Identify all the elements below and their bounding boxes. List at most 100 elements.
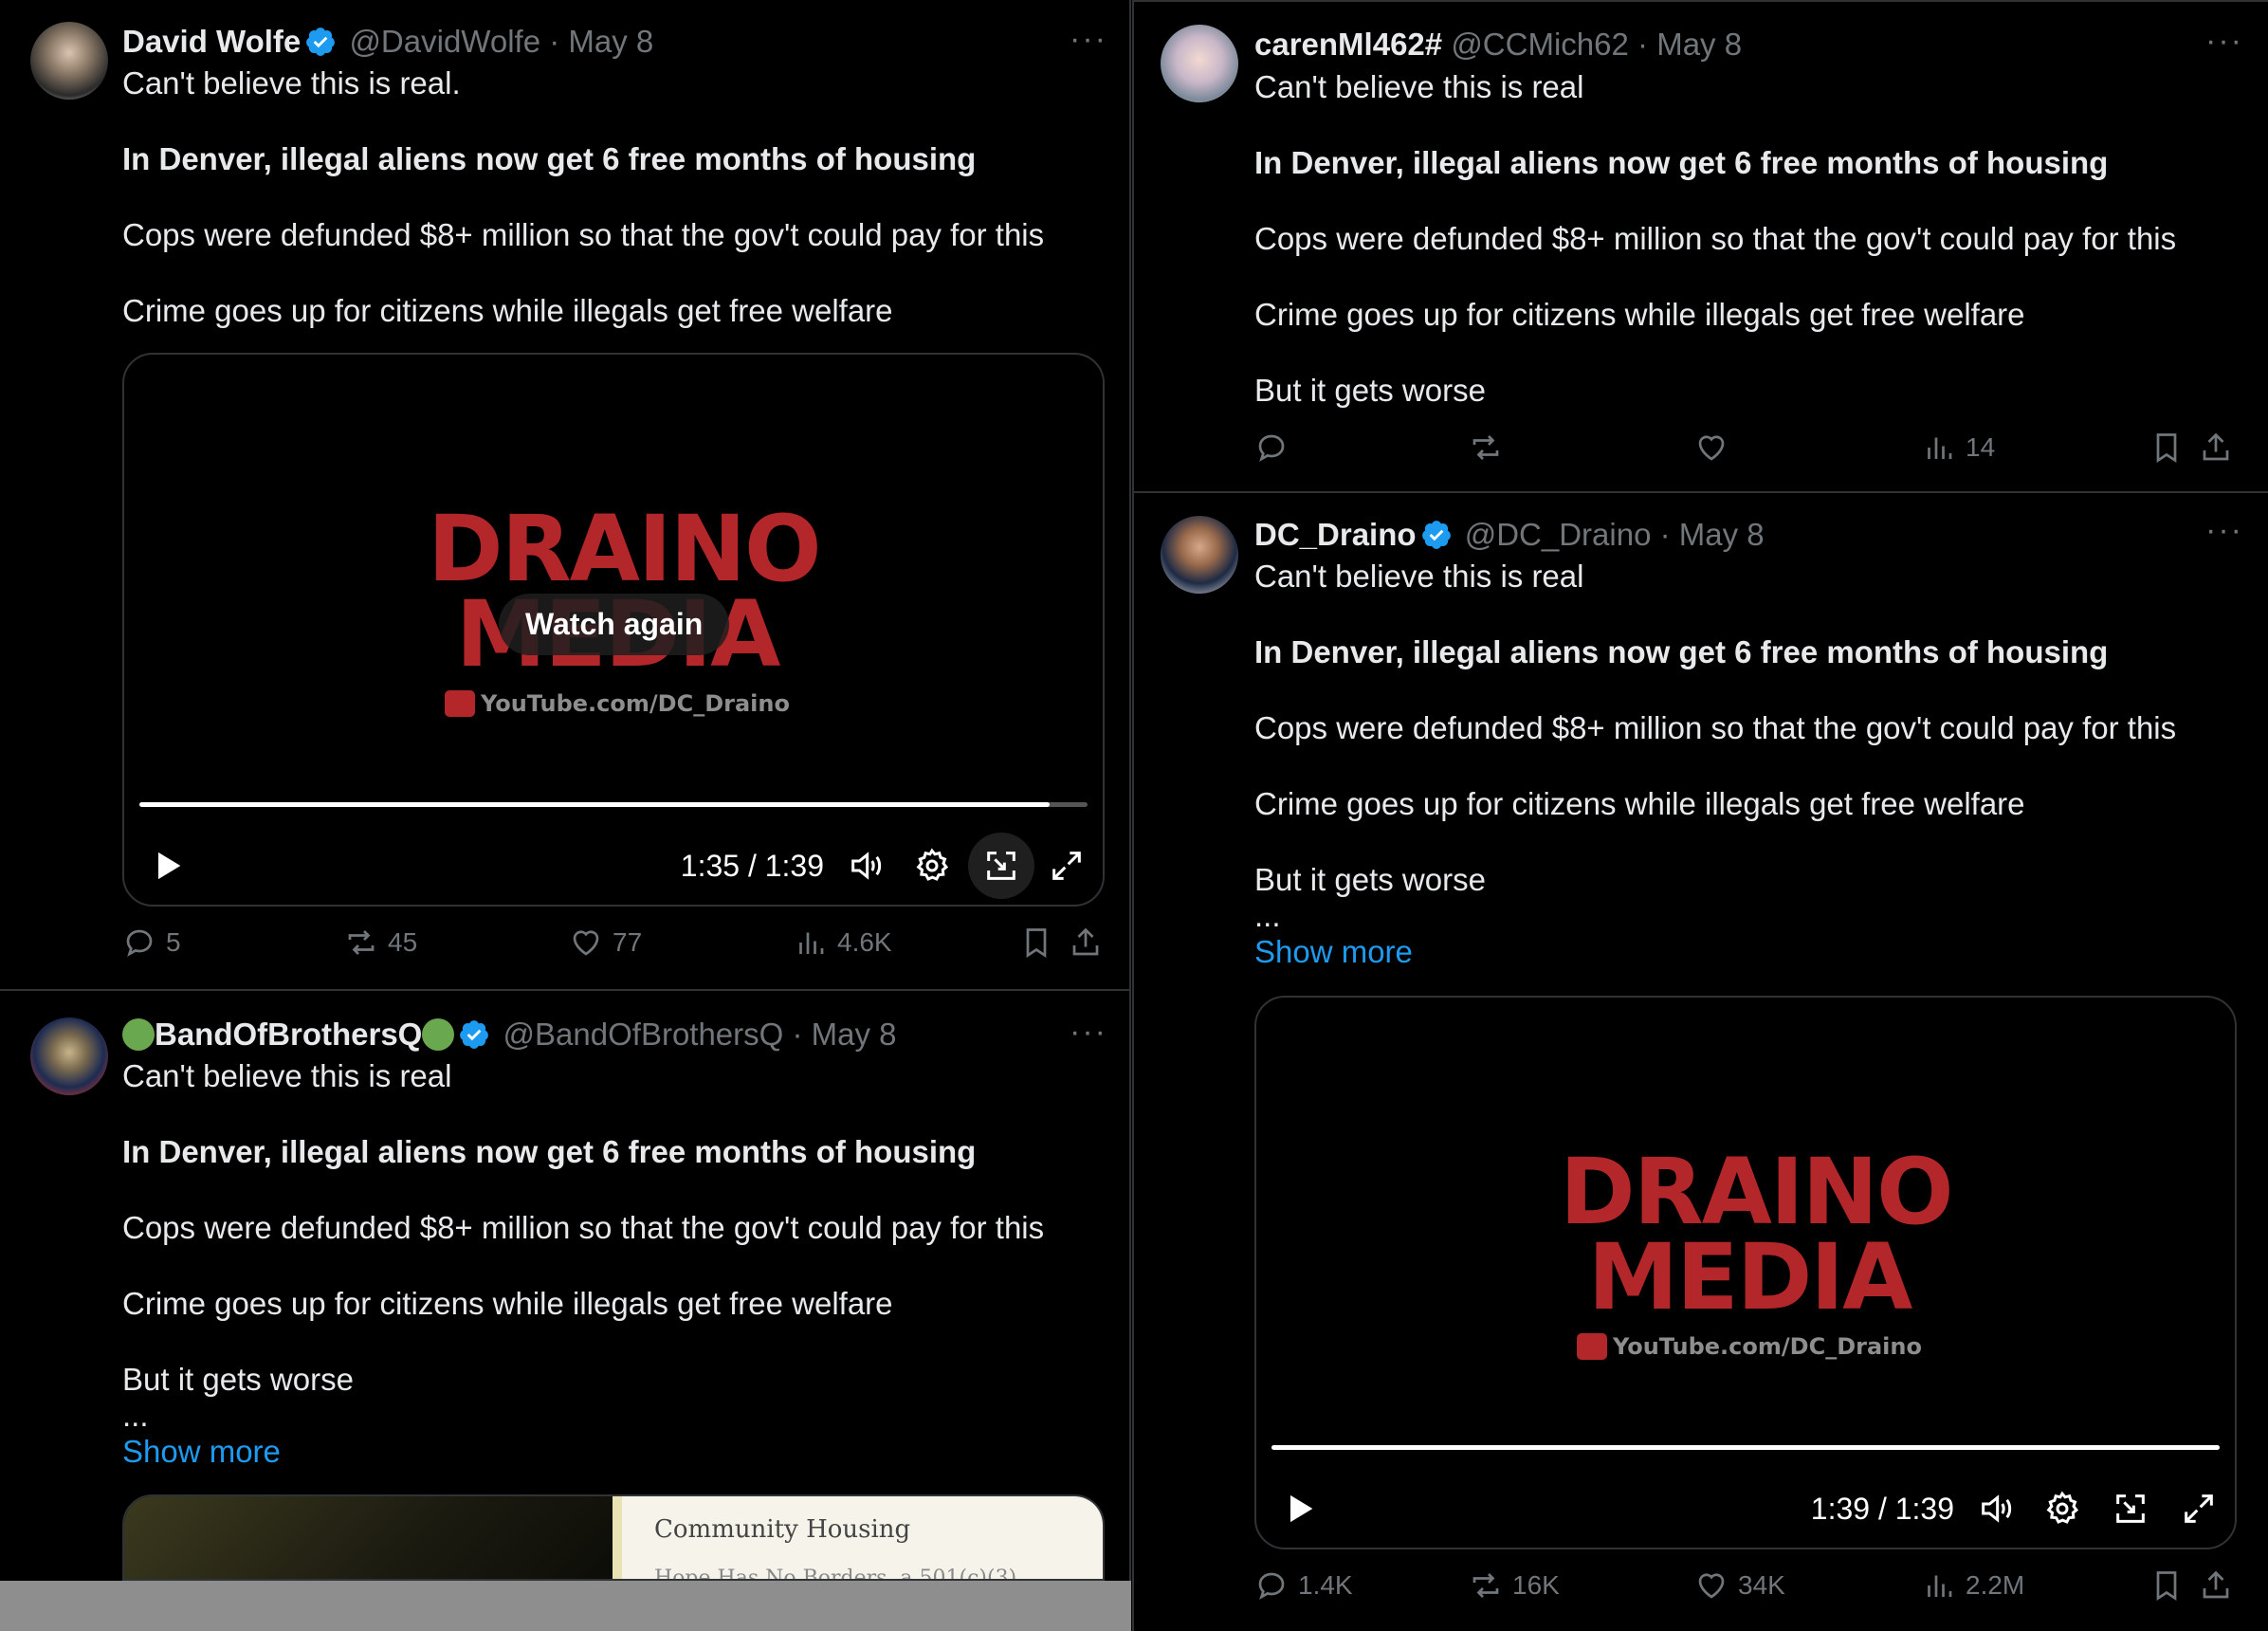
avatar[interactable] bbox=[30, 1017, 108, 1095]
card-title: Community Housing bbox=[654, 1515, 911, 1544]
tweet-dc-draino[interactable]: DC_Draino @DC_Draino · May 8 ··· Can't b… bbox=[1134, 493, 2268, 1631]
views-button[interactable]: 4.6K bbox=[794, 925, 892, 960]
avatar[interactable] bbox=[1161, 25, 1238, 102]
tweet-text: Can't believe this is real. In Denver, i… bbox=[122, 64, 1108, 368]
tweet-bandofbrothersq[interactable]: BandOfBrothersQ @BandOfBrothersQ · May 8… bbox=[0, 991, 1129, 1631]
logo-youtube-url: YouTube.com/DC_Draino bbox=[1560, 1333, 1939, 1360]
tweet-text: Can't believe this is real In Denver, il… bbox=[1254, 68, 2241, 410]
tweet-text: Can't believe this is real In Denver, il… bbox=[122, 1057, 1108, 1471]
author-name[interactable]: carenMl462# bbox=[1254, 27, 1442, 62]
author-handle[interactable]: @DavidWolfe bbox=[349, 24, 540, 59]
fullscreen-icon[interactable] bbox=[1044, 843, 1089, 889]
author-name[interactable]: DC_Draino bbox=[1254, 517, 1417, 552]
video-time: 1:39 / 1:39 bbox=[1810, 1491, 1954, 1526]
tweet-date[interactable]: May 8 bbox=[812, 1017, 897, 1052]
bookmark-button[interactable] bbox=[1019, 925, 1063, 960]
text-line: Crime goes up for citizens while illegal… bbox=[122, 293, 893, 328]
repost-button[interactable]: 45 bbox=[344, 925, 417, 960]
avatar[interactable] bbox=[30, 22, 108, 100]
link-card[interactable]: Community Housing Hope Has No Borders, a… bbox=[122, 1494, 1105, 1581]
separator: · bbox=[792, 1017, 803, 1052]
author-name[interactable]: David Wolfe bbox=[122, 24, 301, 59]
separator: · bbox=[1659, 517, 1671, 552]
video-time: 1:35 / 1:39 bbox=[680, 848, 824, 883]
card-image bbox=[124, 1496, 613, 1579]
author-handle[interactable]: @CCMich62 bbox=[1451, 27, 1629, 62]
like-button[interactable] bbox=[1694, 431, 1738, 465]
share-button[interactable] bbox=[1069, 925, 1112, 960]
video-progress-fill bbox=[139, 802, 1050, 807]
play-icon[interactable] bbox=[1277, 1486, 1323, 1531]
video-progress-bar[interactable] bbox=[1271, 1445, 2220, 1450]
fullscreen-icon[interactable] bbox=[2176, 1486, 2222, 1531]
green-circle-emoji bbox=[122, 1018, 155, 1051]
more-options-icon[interactable]: ··· bbox=[2205, 23, 2243, 60]
tweet-david-wolfe[interactable]: David Wolfe @DavidWolfe · May 8 ··· Can'… bbox=[0, 0, 1129, 989]
reply-icon bbox=[1258, 1572, 1285, 1600]
card-document-preview: Community Housing Hope Has No Borders, a… bbox=[613, 1496, 1103, 1579]
bookmark-icon bbox=[2156, 1571, 2177, 1602]
tweet-header: DC_Draino @DC_Draino · May 8 bbox=[1254, 516, 1765, 554]
reply-button[interactable]: 5 bbox=[122, 925, 181, 960]
more-options-icon[interactable]: ··· bbox=[1070, 1014, 1107, 1051]
settings-gear-icon[interactable] bbox=[909, 843, 955, 889]
volume-icon[interactable] bbox=[1973, 1486, 2019, 1531]
tweet-carenml462[interactable]: carenMl462# @CCMich62 · May 8 ··· Can't … bbox=[1134, 2, 2268, 493]
show-more-link[interactable]: Show more bbox=[1254, 933, 2241, 971]
bookmark-button[interactable] bbox=[2149, 1568, 2193, 1603]
text-line: But it gets worse bbox=[1254, 862, 1486, 897]
views-button[interactable]: 2.2M bbox=[1922, 1568, 2024, 1603]
avatar[interactable] bbox=[1161, 516, 1238, 594]
tweet-date[interactable]: May 8 bbox=[568, 24, 653, 59]
views-button[interactable]: 14 bbox=[1922, 431, 1995, 465]
author-handle[interactable]: @BandOfBrothersQ bbox=[503, 1017, 784, 1052]
video-logo: DRAINO MEDIA YouTube.com/DC_Draino bbox=[1560, 1139, 1954, 1360]
reply-button[interactable]: 1.4K bbox=[1254, 1568, 1353, 1603]
more-options-icon[interactable]: ··· bbox=[2205, 512, 2243, 549]
reply-icon bbox=[126, 929, 153, 957]
left-column: David Wolfe @DavidWolfe · May 8 ··· Can'… bbox=[0, 0, 1131, 1631]
more-options-icon[interactable]: ··· bbox=[1070, 21, 1107, 58]
tweet-header: carenMl462# @CCMich62 · May 8 bbox=[1254, 26, 1742, 64]
like-button[interactable]: 77 bbox=[569, 925, 642, 960]
share-button[interactable] bbox=[2199, 431, 2242, 465]
video-progress-bar[interactable] bbox=[139, 802, 1088, 807]
show-more-link[interactable]: Show more bbox=[122, 1433, 1108, 1471]
tweet-date[interactable]: May 8 bbox=[1679, 517, 1765, 552]
volume-icon[interactable] bbox=[843, 843, 888, 889]
picture-in-picture-icon[interactable] bbox=[2108, 1486, 2153, 1531]
text-line-bold: In Denver, illegal aliens now get 6 free… bbox=[1254, 145, 2109, 180]
watch-again-button[interactable]: Watch again bbox=[499, 594, 730, 655]
verified-badge-icon bbox=[1421, 521, 1451, 549]
separator: · bbox=[1637, 27, 1649, 62]
views-chart-icon bbox=[1928, 1575, 1952, 1597]
tweet-actions: 14 bbox=[1254, 431, 2241, 478]
tweet-header: BandOfBrothersQ @BandOfBrothersQ · May 8 bbox=[122, 1016, 897, 1054]
green-circle-emoji bbox=[422, 1018, 455, 1051]
video-player[interactable]: DRAINO MEDIA YouTube.com/DC_Draino 1:39 … bbox=[1254, 996, 2237, 1549]
video-player[interactable]: DRAINO MEDIA YouTube.com/DC_Draino Watch… bbox=[122, 353, 1105, 907]
right-column: carenMl462# @CCMich62 · May 8 ··· Can't … bbox=[1132, 0, 2268, 1631]
text-line: Cops were defunded $8+ million so that t… bbox=[1254, 710, 2177, 745]
play-icon[interactable] bbox=[145, 843, 191, 889]
reply-icon bbox=[1258, 434, 1285, 462]
repost-button[interactable] bbox=[1469, 431, 1512, 465]
picture-in-picture-icon[interactable] bbox=[968, 833, 1034, 899]
tweet-date[interactable]: May 8 bbox=[1656, 27, 1742, 62]
share-icon bbox=[2203, 432, 2229, 461]
settings-gear-icon[interactable] bbox=[2039, 1486, 2085, 1531]
bookmark-button[interactable] bbox=[2149, 431, 2193, 465]
text-line-bold: In Denver, illegal aliens now get 6 free… bbox=[122, 1134, 977, 1169]
share-button[interactable] bbox=[2199, 1568, 2242, 1603]
text-line: But it gets worse bbox=[122, 1362, 354, 1397]
repost-button[interactable]: 16K bbox=[1469, 1568, 1560, 1603]
text-line-bold: In Denver, illegal aliens now get 6 free… bbox=[122, 141, 977, 176]
author-handle[interactable]: @DC_Draino bbox=[1465, 517, 1652, 552]
author-name[interactable]: BandOfBrothersQ bbox=[155, 1017, 422, 1052]
repost-icon bbox=[1472, 1573, 1499, 1598]
tweet-header: David Wolfe @DavidWolfe · May 8 bbox=[122, 23, 653, 61]
video-controls: 1:35 / 1:39 bbox=[145, 833, 1089, 899]
reply-button[interactable] bbox=[1254, 431, 1298, 465]
like-button[interactable]: 34K bbox=[1694, 1568, 1785, 1603]
logo-word-1: DRAINO bbox=[1560, 1139, 1954, 1245]
